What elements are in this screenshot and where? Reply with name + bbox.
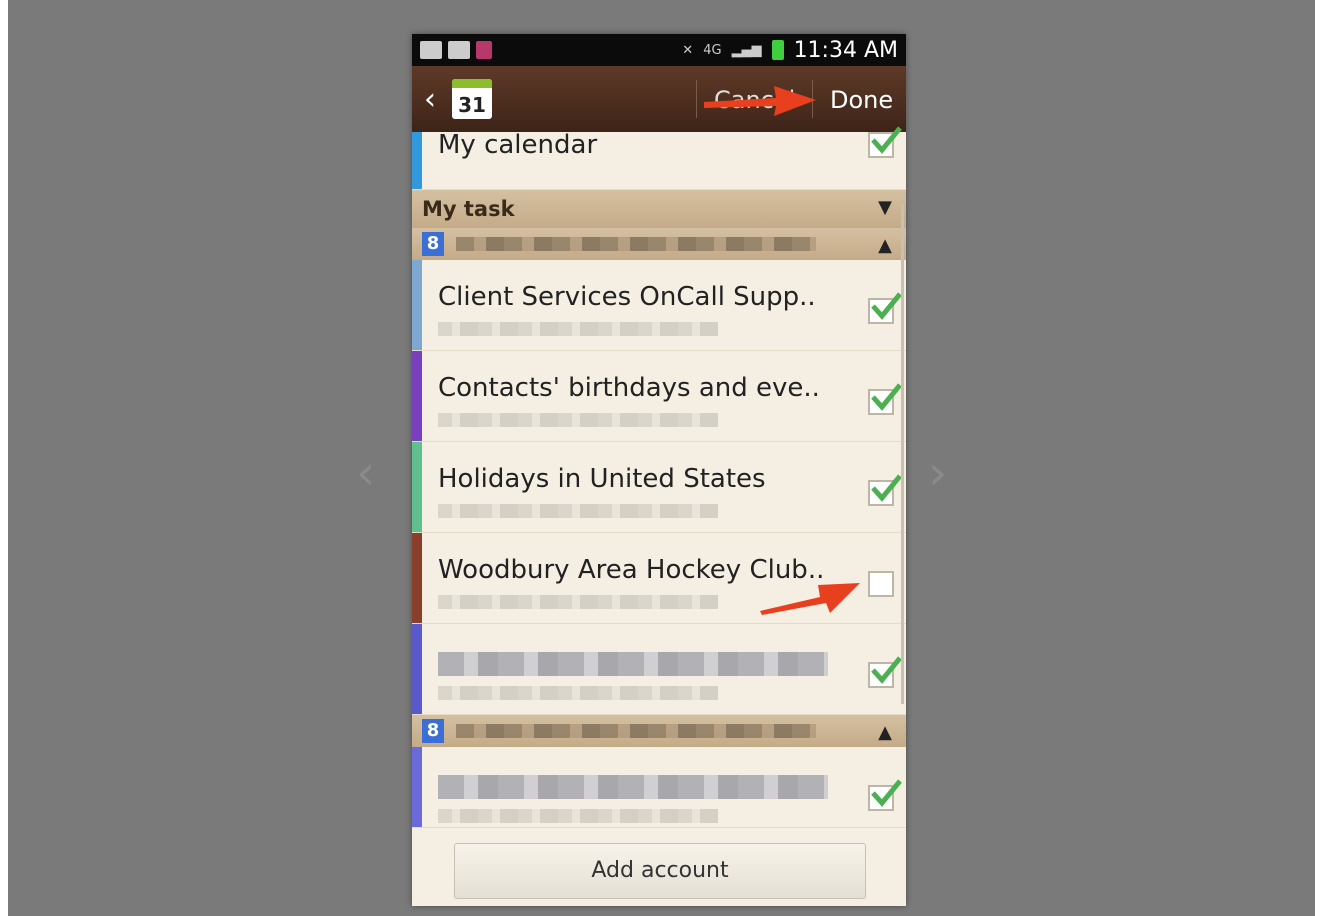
action-divider <box>812 80 813 118</box>
calendar-checkbox[interactable] <box>868 779 902 811</box>
calendar-color-bar <box>412 624 422 714</box>
calendar-row[interactable] <box>412 624 906 715</box>
section-title: My task <box>422 197 515 221</box>
chevron-up-icon[interactable]: ▲ <box>878 235 892 256</box>
cancel-button[interactable]: Cancel <box>714 86 795 114</box>
check-icon <box>871 126 902 154</box>
calendar-color-bar <box>412 442 422 532</box>
check-icon <box>871 779 902 807</box>
battery-icon <box>771 40 784 60</box>
calendar-title: Woodbury Area Hockey Club.. <box>438 555 825 585</box>
calendar-title: Contacts' birthdays and eve.. <box>438 373 820 403</box>
tmobile-icon <box>476 41 492 59</box>
calendar-subtitle-redacted <box>438 504 718 518</box>
calendar-day: 31 <box>458 93 486 117</box>
back-chevron-icon[interactable]: ‹ <box>424 82 446 117</box>
calendar-checkbox[interactable] <box>868 383 902 415</box>
calendar-checkbox-unchecked[interactable] <box>868 571 894 597</box>
chevron-up-icon[interactable]: ▲ <box>878 722 892 743</box>
calendar-checkbox[interactable] <box>868 656 902 688</box>
section-header-my-task[interactable]: My task ▼ <box>412 190 906 228</box>
calendar-subtitle-redacted <box>438 595 718 609</box>
phone-screen: ✕ 4G ▂▄▆ 11:34 AM ‹ 31 Cancel Done My ca… <box>412 34 906 906</box>
check-icon <box>871 656 902 684</box>
calendar-row[interactable]: Holidays in United States <box>412 442 906 533</box>
calendar-checkbox[interactable] <box>868 292 902 324</box>
calendar-color-bar <box>412 533 422 623</box>
action-bar: ‹ 31 Cancel Done <box>412 66 906 132</box>
calendar-title: Holidays in United States <box>438 464 766 494</box>
calendar-color-bar <box>412 351 422 441</box>
check-icon <box>871 383 902 411</box>
ghost-prev-arrow-icon: ‹ <box>356 445 376 501</box>
mute-icon: ✕ <box>682 42 694 58</box>
status-bar: ✕ 4G ▂▄▆ 11:34 AM <box>412 34 906 66</box>
account-header-google-1[interactable]: 8 ▲ <box>412 228 906 260</box>
gmail-icon <box>448 41 470 59</box>
calendar-checkbox[interactable] <box>868 474 902 506</box>
calendar-app-icon[interactable]: 31 <box>452 79 492 119</box>
calendar-title-redacted <box>438 652 828 676</box>
scrollbar[interactable] <box>901 204 904 704</box>
done-button[interactable]: Done <box>830 86 893 114</box>
account-email-redacted <box>456 724 816 738</box>
page-edge-left <box>0 0 8 916</box>
calendar-subtitle-redacted <box>438 322 718 336</box>
account-header-google-2[interactable]: 8 ▲ <box>412 715 906 747</box>
status-time: 11:34 AM <box>793 37 898 63</box>
calendar-title: Client Services OnCall Supp.. <box>438 282 816 312</box>
calendar-color-bar <box>412 132 422 189</box>
calendar-subtitle-redacted <box>438 686 718 700</box>
calendar-color-bar <box>412 260 422 350</box>
action-divider <box>696 80 697 118</box>
account-email-redacted <box>456 237 816 251</box>
add-account-button[interactable]: Add account <box>454 843 866 899</box>
calendar-row-my-calendar[interactable]: My calendar <box>412 126 906 190</box>
chevron-down-icon[interactable]: ▼ <box>878 197 892 218</box>
page-edge-right <box>1315 0 1323 916</box>
google-account-icon: 8 <box>422 719 444 743</box>
ghost-next-arrow-icon: › <box>928 445 948 501</box>
check-icon <box>871 292 902 320</box>
calendar-subtitle-redacted <box>438 809 718 823</box>
network-type: 4G <box>703 42 722 58</box>
calendar-subtitle-redacted <box>438 413 718 427</box>
calendar-title-redacted <box>438 775 828 799</box>
calendar-row[interactable]: Client Services OnCall Supp.. <box>412 260 906 351</box>
gallery-icon <box>420 41 442 59</box>
calendar-checkbox[interactable] <box>868 126 902 158</box>
calendar-row[interactable] <box>412 747 906 828</box>
signal-icon: ▂▄▆ <box>731 42 762 58</box>
calendar-color-bar <box>412 747 422 827</box>
calendar-title: My calendar <box>438 130 598 160</box>
check-icon <box>871 474 902 502</box>
google-account-icon: 8 <box>422 232 444 256</box>
calendar-row[interactable]: Woodbury Area Hockey Club.. <box>412 533 906 624</box>
calendar-row[interactable]: Contacts' birthdays and eve.. <box>412 351 906 442</box>
